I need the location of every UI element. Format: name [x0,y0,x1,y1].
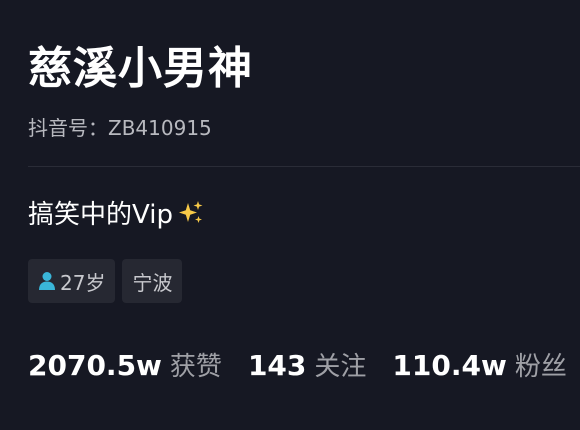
followers-label: 粉丝 [514,352,567,382]
sparkles-icon [178,200,203,223]
likes-label: 获赞 [169,352,222,382]
profile-tags: 27岁 宁波 [28,259,183,303]
douyin-id[interactable]: 抖音号：ZB410915 [28,112,212,141]
stat-followers[interactable]: 110.4w 粉丝 [392,346,566,383]
likes-count: 2070.5w [28,349,162,382]
location-label: 宁波 [132,270,173,295]
followers-count: 110.4w [392,349,507,382]
age-tag: 27岁 [28,259,116,303]
profile-header: 慈溪小男神 抖音号：ZB410915 搞笑中的Vip 27岁 宁波 2070.5… [0,0,580,430]
following-count: 143 [247,349,307,382]
age-label: 27岁 [60,270,106,295]
person-icon [39,272,55,290]
following-label: 关注 [314,352,367,382]
stat-following[interactable]: 143 关注 [248,346,366,383]
bio-text: 搞笑中的Vip [28,200,173,230]
profile-nickname: 慈溪小男神 [28,43,253,94]
profile-bio: 搞笑中的Vip [28,194,205,231]
location-tag: 宁波 [122,259,183,303]
stat-likes[interactable]: 2070.5w 获赞 [28,346,222,383]
profile-stats: 2070.5w 获赞 143 关注 110.4w 粉丝 [28,346,580,383]
divider [28,166,580,167]
